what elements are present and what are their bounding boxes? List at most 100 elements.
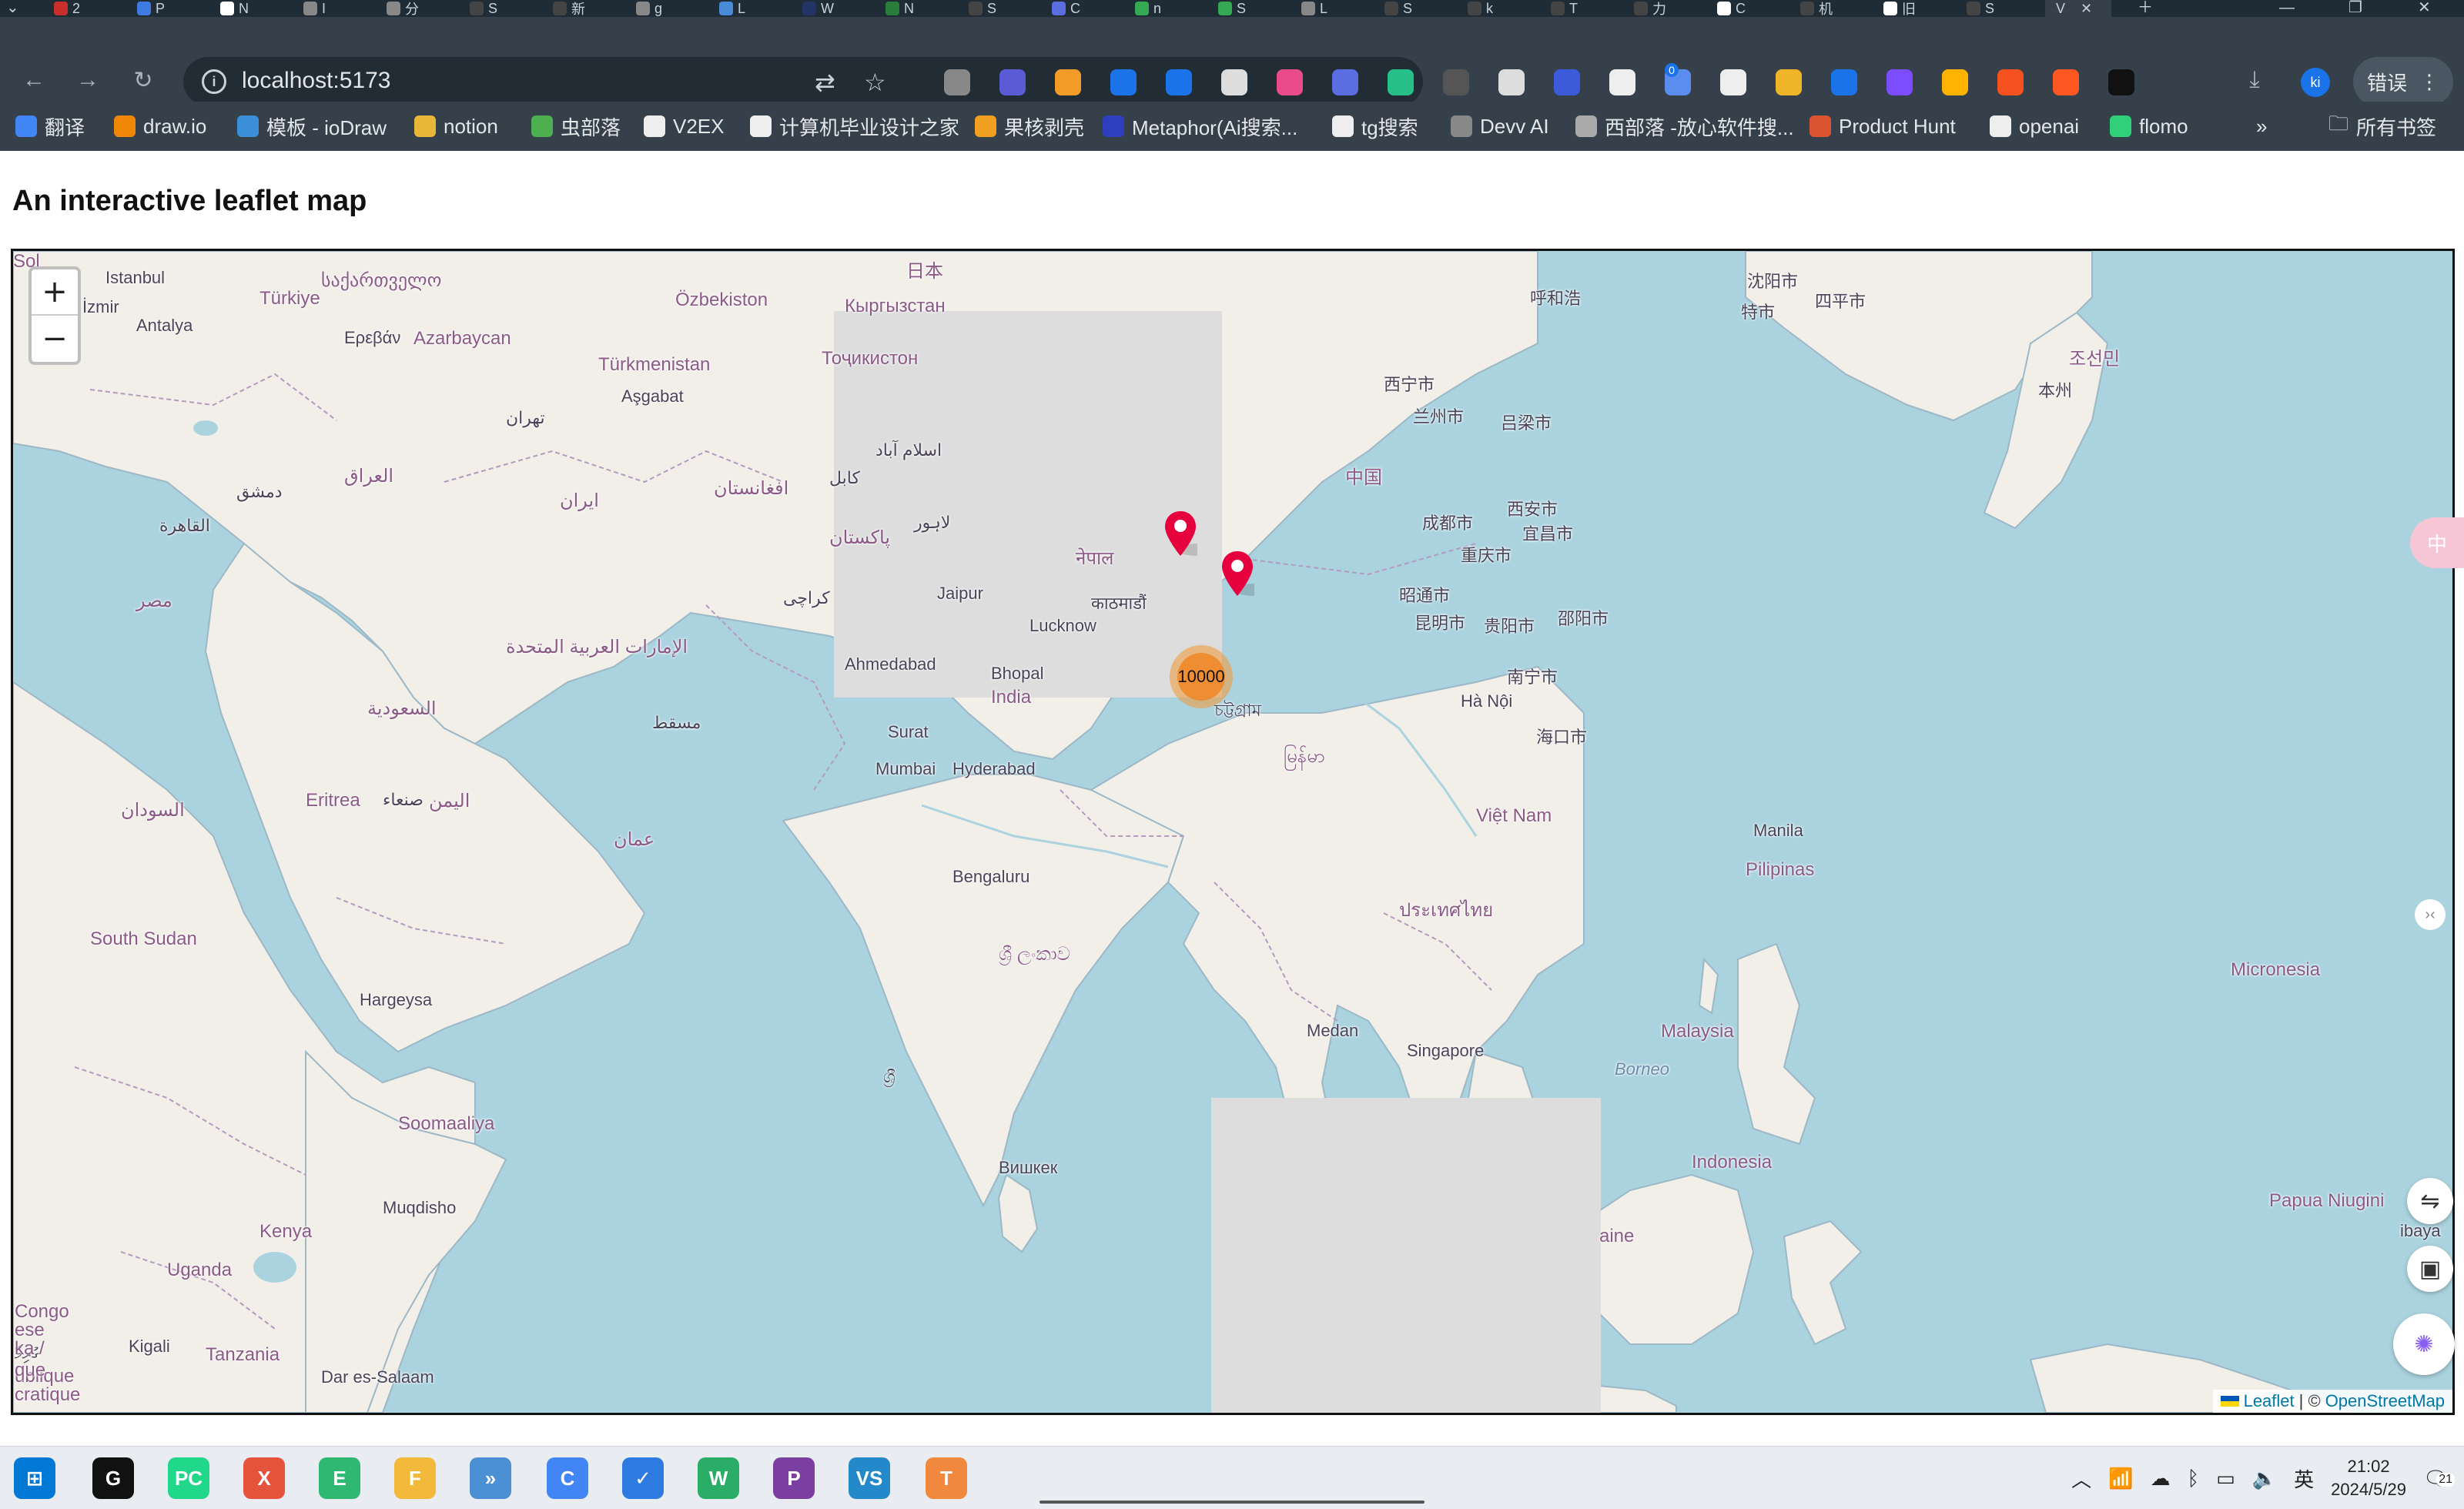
browser-tab[interactable]: I xyxy=(303,0,326,17)
browser-tab[interactable]: 机 xyxy=(1800,0,1833,17)
browser-tab[interactable]: S xyxy=(1384,0,1412,17)
bookmark-item[interactable]: Product Hunt xyxy=(1810,111,1956,142)
leaflet-map[interactable]: Istanbul Türkiye İzmir Antalya Ερεβάν Azarbay… xyxy=(11,249,2455,1415)
tab-active[interactable]: V ✕ xyxy=(2045,0,2111,17)
taskbar-app-icon[interactable]: VS xyxy=(849,1457,890,1499)
extension-icon[interactable] xyxy=(1776,69,1802,95)
taskbar-app-icon[interactable]: E xyxy=(319,1457,360,1499)
close-window-button[interactable]: ✕ xyxy=(2418,0,2431,17)
extension-icon[interactable] xyxy=(1831,69,1857,95)
extension-icon[interactable] xyxy=(1997,69,2024,95)
more-bookmarks-icon[interactable]: » xyxy=(2256,111,2267,142)
map-marker-pin[interactable] xyxy=(1163,510,1197,559)
browser-tab[interactable]: 旧 xyxy=(1883,0,1916,17)
zoom-out-button[interactable]: − xyxy=(32,316,78,362)
taskbar-app-icon[interactable]: W xyxy=(698,1457,739,1499)
maximize-button[interactable]: ❐ xyxy=(2348,0,2362,17)
all-bookmarks-folder[interactable]: 🗀 所有书签 xyxy=(2328,111,2436,142)
site-info-icon[interactable]: i xyxy=(202,69,226,94)
extension-icon[interactable] xyxy=(1942,69,1968,95)
browser-tab[interactable]: T xyxy=(1551,0,1578,17)
reader-mode-icon[interactable]: ▣ xyxy=(2407,1246,2453,1292)
reload-button[interactable]: ↻ xyxy=(126,63,160,97)
translate-float-icon[interactable]: 中 xyxy=(2410,517,2464,568)
back-button[interactable]: ← xyxy=(17,63,51,97)
wifi-icon[interactable]: 📶 xyxy=(2108,1467,2133,1491)
browser-tab[interactable]: 新 xyxy=(553,0,585,17)
browser-tab[interactable]: N xyxy=(220,0,249,17)
browser-tab[interactable]: S xyxy=(470,0,497,17)
browser-tab[interactable]: k xyxy=(1468,0,1493,17)
ai-brain-icon[interactable]: ✺ xyxy=(2393,1313,2455,1375)
marker-cluster[interactable]: 10000 xyxy=(1170,645,1233,708)
taskbar-app-icon[interactable]: F xyxy=(394,1457,436,1499)
notification-icon[interactable]: 🗨21 xyxy=(2423,1467,2455,1491)
forward-button[interactable]: → xyxy=(71,63,105,97)
bluetooth-icon[interactable]: ᛒ xyxy=(2188,1467,2200,1491)
extension-icon[interactable] xyxy=(1388,69,1414,95)
bookmark-item[interactable]: V2EX xyxy=(644,111,725,142)
taskbar-app-icon[interactable]: » xyxy=(470,1457,511,1499)
bookmark-item[interactable]: 虫部落 xyxy=(531,111,621,142)
new-tab-button[interactable]: ＋ xyxy=(2138,0,2153,17)
taskbar-app-icon[interactable]: P xyxy=(773,1457,815,1499)
extension-icon[interactable] xyxy=(999,69,1026,95)
bookmark-item[interactable]: 计算机毕业设计之家 xyxy=(750,111,959,142)
sidebar-expand-icon[interactable]: ›‹ xyxy=(2415,899,2446,930)
extension-icon[interactable] xyxy=(1332,69,1358,95)
taskbar-app-icon[interactable]: PC xyxy=(168,1457,209,1499)
cloud-icon[interactable]: ☁ xyxy=(2151,1467,2171,1491)
extension-icon[interactable] xyxy=(1166,69,1192,95)
translate-page-icon[interactable]: ⇋ xyxy=(2407,1178,2453,1224)
bookmark-item[interactable]: openai xyxy=(1990,111,2079,142)
browser-tab[interactable]: g xyxy=(636,0,662,17)
bookmark-item[interactable]: 果核剥壳 xyxy=(975,111,1084,142)
taskbar-app-icon[interactable]: C xyxy=(547,1457,588,1499)
tray-expand-icon[interactable]: ︿ xyxy=(2071,1464,2091,1493)
extension-icon[interactable] xyxy=(1886,69,1913,95)
extension-icon[interactable] xyxy=(944,69,970,95)
extension-icon[interactable] xyxy=(2053,69,2079,95)
browser-tab[interactable]: 2 xyxy=(54,0,80,17)
browser-tab[interactable]: N xyxy=(886,0,914,17)
extension-icon[interactable] xyxy=(1443,69,1469,95)
taskbar-app-icon[interactable]: ⊞ xyxy=(14,1457,55,1499)
bookmark-star-icon[interactable]: ☆ xyxy=(864,68,886,97)
browser-tab[interactable]: L xyxy=(719,0,745,17)
map-marker-pin[interactable] xyxy=(1220,550,1254,599)
browser-tab[interactable]: S xyxy=(969,0,996,17)
tab-close-icon[interactable]: ✕ xyxy=(2081,1,2092,17)
browser-tab[interactable]: S xyxy=(1967,0,1994,17)
bookmark-item[interactable]: draw.io xyxy=(114,111,206,142)
clock[interactable]: 21:02 2024/5/29 xyxy=(2331,1455,2406,1501)
bookmark-item[interactable]: 西部落 -放心软件搜... xyxy=(1575,111,1794,142)
taskbar-app-icon[interactable]: ✓ xyxy=(622,1457,664,1499)
leaflet-link[interactable]: Leaflet xyxy=(2244,1391,2295,1411)
battery-icon[interactable]: ▭ xyxy=(2216,1467,2235,1491)
taskbar-app-icon[interactable]: X xyxy=(243,1457,285,1499)
extension-icon[interactable] xyxy=(1221,69,1247,95)
extension-icon[interactable] xyxy=(1554,69,1580,95)
tab-search-icon[interactable]: ⌄ xyxy=(6,0,19,17)
ime-indicator[interactable]: 英 xyxy=(2294,1464,2314,1493)
error-button[interactable]: 错误 ⋮ xyxy=(2353,57,2453,106)
taskbar-app-icon[interactable]: T xyxy=(926,1457,967,1499)
browser-tab[interactable]: C xyxy=(1717,0,1746,17)
openstreetmap-link[interactable]: OpenStreetMap xyxy=(2325,1391,2445,1411)
browser-tab[interactable]: 力 xyxy=(1634,0,1666,17)
browser-tab[interactable]: L xyxy=(1301,0,1327,17)
extension-icon[interactable] xyxy=(1277,69,1303,95)
browser-tab[interactable]: P xyxy=(137,0,165,17)
browser-tab[interactable]: C xyxy=(1052,0,1080,17)
volume-icon[interactable]: 🔈 xyxy=(2252,1467,2277,1491)
extension-icon[interactable] xyxy=(1110,69,1137,95)
browser-tab[interactable]: W xyxy=(802,0,834,17)
taskbar-app-icon[interactable]: G xyxy=(92,1457,134,1499)
bookmark-item[interactable]: Devv AI xyxy=(1451,111,1549,142)
bookmark-item[interactable]: 模板 - ioDraw xyxy=(237,111,387,142)
bookmark-item[interactable]: flomo xyxy=(2110,111,2188,142)
zoom-in-button[interactable]: + xyxy=(32,269,78,316)
bookmark-item[interactable]: 翻译 xyxy=(15,111,85,142)
translate-icon[interactable]: ⇄ xyxy=(815,68,835,97)
bookmark-item[interactable]: tg搜索 xyxy=(1332,111,1418,142)
